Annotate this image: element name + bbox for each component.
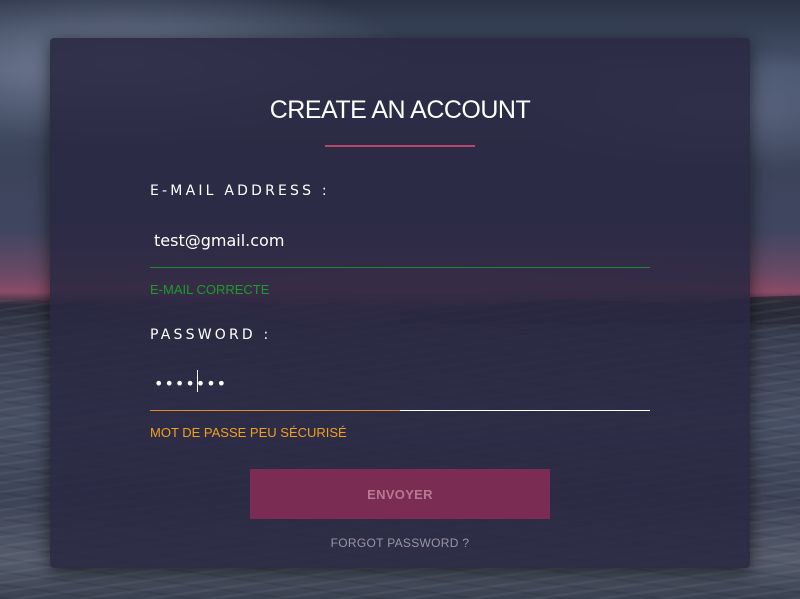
password-status-message: MOT DE PASSE PEU SÉCURISÉ [150, 425, 347, 440]
title-underline [325, 145, 475, 147]
forgot-password-link[interactable]: FORGOT PASSWORD ? [50, 536, 750, 550]
password-label: PASSWORD : [150, 327, 272, 343]
email-field-underline [150, 267, 650, 268]
password-strength-underline [150, 410, 650, 411]
email-label: E-MAIL ADDRESS : [150, 183, 330, 199]
email-status-message: E-MAIL CORRECTE [150, 282, 270, 297]
email-field[interactable] [150, 220, 650, 260]
signup-card: CREATE AN ACCOUNT E-MAIL ADDRESS : E-MAI… [50, 38, 750, 568]
text-caret [197, 370, 198, 392]
form-title: CREATE AN ACCOUNT [269, 96, 531, 124]
submit-button[interactable]: ENVOYER [250, 469, 550, 519]
password-field[interactable] [150, 363, 650, 403]
